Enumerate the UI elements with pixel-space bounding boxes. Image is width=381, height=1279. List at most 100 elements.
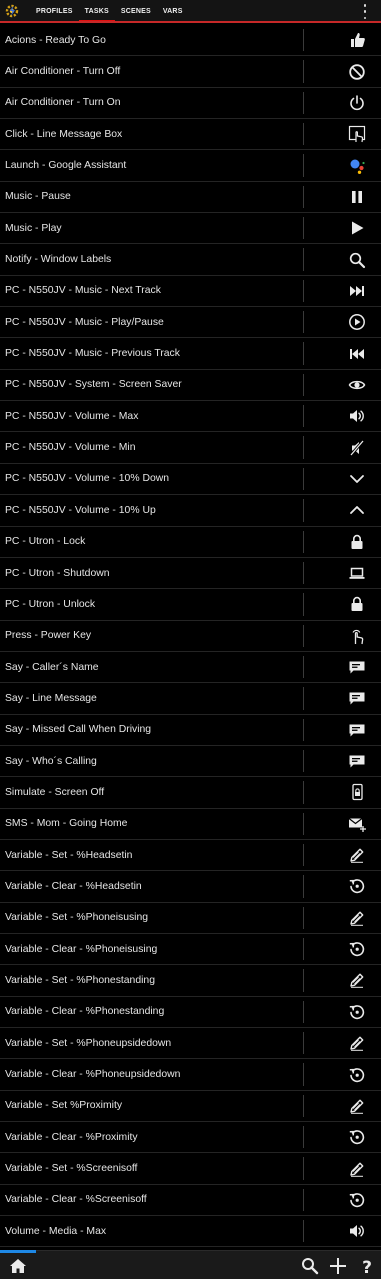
task-row[interactable]: Music - Play: [0, 213, 381, 245]
task-row[interactable]: Variable - Set - %Phoneisusing: [0, 903, 381, 934]
task-row[interactable]: PC - N550JV - Volume - Max: [0, 401, 381, 433]
message-icon[interactable]: [347, 751, 367, 771]
add-icon[interactable]: [328, 1256, 348, 1276]
app-logo-icon[interactable]: [4, 3, 20, 19]
message-icon[interactable]: [347, 720, 367, 740]
reset-icon[interactable]: [347, 1065, 367, 1085]
volume-off-icon[interactable]: [347, 438, 367, 458]
tab-profiles[interactable]: PROFILES: [30, 0, 79, 21]
row-divider: [303, 812, 304, 835]
reset-icon[interactable]: [347, 1127, 367, 1147]
lock-icon[interactable]: [347, 594, 367, 614]
search-icon[interactable]: [300, 1256, 320, 1276]
task-row[interactable]: Variable - Set - %Headsetin: [0, 840, 381, 872]
thumbs-up-icon[interactable]: [347, 30, 367, 50]
task-row[interactable]: Variable - Set - %Screenisoff: [0, 1153, 381, 1185]
task-row[interactable]: Air Conditioner - Turn On: [0, 88, 381, 120]
tab-vars[interactable]: VARS: [157, 0, 189, 21]
volume-up-icon[interactable]: [347, 406, 367, 426]
task-row[interactable]: PC - N550JV - Volume - 10% Down: [0, 464, 381, 496]
task-row[interactable]: Variable - Set - %Phoneupsidedown: [0, 1028, 381, 1060]
row-divider: [303, 593, 304, 616]
task-row[interactable]: Variable - Clear - %Phoneupsidedown: [0, 1059, 381, 1091]
task-row[interactable]: Click - Line Message Box: [0, 119, 381, 151]
task-row[interactable]: Variable - Clear - %Phonestanding: [0, 997, 381, 1028]
row-divider: [303, 405, 304, 428]
tab-scenes[interactable]: SCENES: [115, 0, 157, 21]
next-track-icon[interactable]: [347, 281, 367, 301]
task-row[interactable]: Notify - Window Labels: [0, 244, 381, 276]
chevron-down-icon[interactable]: [347, 469, 367, 489]
google-assistant-icon[interactable]: [347, 156, 367, 176]
task-row[interactable]: PC - N550JV - Music - Next Track: [0, 276, 381, 308]
task-row[interactable]: PC - Utron - Shutdown: [0, 558, 381, 590]
pencil-icon[interactable]: [347, 1033, 367, 1053]
touch-icon[interactable]: [347, 626, 367, 646]
task-label: Music - Play: [5, 222, 62, 234]
task-row[interactable]: Press - Power Key: [0, 621, 381, 652]
task-row[interactable]: PC - N550JV - Volume - Min: [0, 432, 381, 464]
message-icon[interactable]: [347, 657, 367, 677]
reset-icon[interactable]: [347, 939, 367, 959]
task-row[interactable]: Acions - Ready To Go: [0, 25, 381, 57]
touch-box-icon[interactable]: [347, 124, 367, 144]
previous-track-icon[interactable]: [347, 344, 367, 364]
task-row[interactable]: Air Conditioner - Turn Off: [0, 56, 381, 88]
reset-icon[interactable]: [347, 1190, 367, 1210]
row-divider: [303, 906, 304, 929]
row-divider: [303, 1157, 304, 1180]
tab-tasks[interactable]: TASKS: [78, 0, 116, 23]
block-icon[interactable]: [347, 62, 367, 82]
task-row[interactable]: PC - N550JV - Music - Previous Track: [0, 338, 381, 370]
task-row[interactable]: PC - Utron - Lock: [0, 527, 381, 558]
task-row[interactable]: PC - N550JV - Volume - 10% Up: [0, 495, 381, 527]
reset-icon[interactable]: [347, 876, 367, 896]
task-label: Variable - Clear - %Phonestanding: [5, 1006, 165, 1018]
task-row[interactable]: Variable - Clear - %Screenisoff: [0, 1185, 381, 1217]
task-row[interactable]: Variable - Clear - %Proximity: [0, 1122, 381, 1154]
pause-icon[interactable]: [347, 187, 367, 207]
power-icon[interactable]: [347, 93, 367, 113]
overflow-menu-icon[interactable]: [363, 4, 367, 19]
eye-icon[interactable]: [347, 375, 367, 395]
laptop-icon[interactable]: [347, 563, 367, 583]
volume-up-icon[interactable]: [347, 1221, 367, 1241]
pencil-icon[interactable]: [347, 1096, 367, 1116]
task-row[interactable]: PC - Utron - Unlock: [0, 589, 381, 621]
task-row[interactable]: Simulate - Screen Off: [0, 777, 381, 809]
pencil-icon[interactable]: [347, 845, 367, 865]
message-icon[interactable]: [347, 688, 367, 708]
task-row[interactable]: Variable - Set - %Phonestanding: [0, 965, 381, 997]
task-row[interactable]: Variable - Clear - %Phoneisusing: [0, 934, 381, 966]
row-divider: [303, 1032, 304, 1055]
task-row[interactable]: Variable - Clear - %Headsetin: [0, 871, 381, 903]
pencil-icon[interactable]: [347, 908, 367, 928]
pencil-icon[interactable]: [347, 1159, 367, 1179]
pencil-icon[interactable]: [347, 970, 367, 990]
play-icon[interactable]: [347, 218, 367, 238]
task-row[interactable]: Say - Line Message: [0, 683, 381, 715]
lock-icon[interactable]: [347, 532, 367, 552]
task-row[interactable]: Launch - Google Assistant: [0, 150, 381, 182]
task-row[interactable]: Say - Missed Call When Driving: [0, 715, 381, 746]
home-icon[interactable]: [8, 1256, 28, 1276]
row-divider: [303, 749, 304, 773]
mail-add-icon[interactable]: [347, 814, 367, 834]
reset-icon[interactable]: [347, 1002, 367, 1022]
task-row[interactable]: PC - N550JV - Music - Play/Pause: [0, 307, 381, 339]
task-row[interactable]: Say - Who´s Calling: [0, 746, 381, 778]
task-row[interactable]: SMS - Mom - Going Home: [0, 809, 381, 840]
search-icon[interactable]: [347, 250, 367, 270]
task-row[interactable]: Music - Pause: [0, 182, 381, 214]
play-circle-icon[interactable]: [347, 312, 367, 332]
phone-lock-icon[interactable]: [347, 782, 367, 802]
task-row[interactable]: Say - Caller´s Name: [0, 652, 381, 684]
task-row[interactable]: Volume - Media - Max: [0, 1216, 381, 1248]
task-row[interactable]: Variable - Set %Proximity: [0, 1091, 381, 1123]
task-label: Variable - Set %Proximity: [5, 1100, 123, 1112]
help-icon[interactable]: ?: [357, 1256, 377, 1278]
row-divider: [303, 530, 304, 553]
chevron-up-icon[interactable]: [347, 500, 367, 520]
task-row[interactable]: PC - N550JV - System - Screen Saver: [0, 370, 381, 402]
task-label: SMS - Mom - Going Home: [5, 818, 128, 830]
